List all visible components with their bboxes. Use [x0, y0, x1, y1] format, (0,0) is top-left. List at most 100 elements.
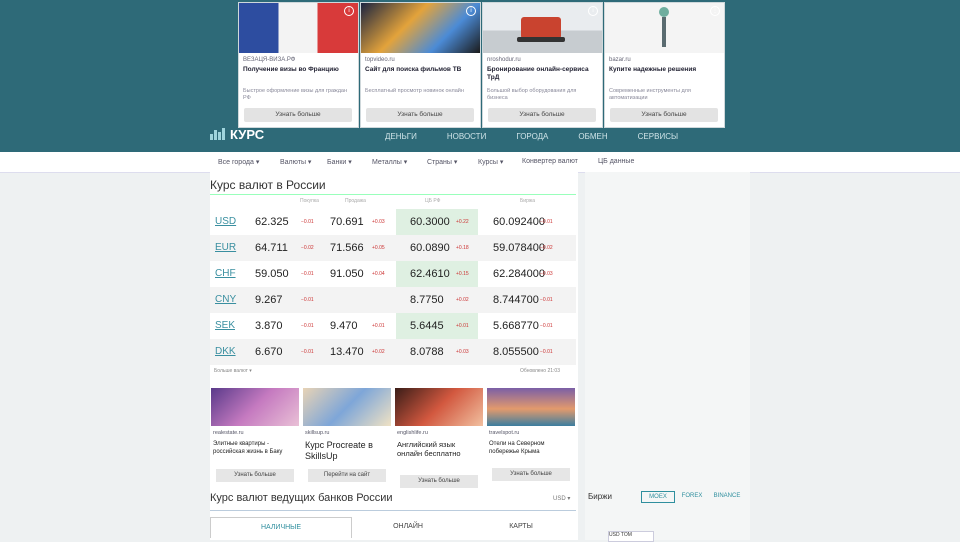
rate-buy-d: −0.01	[301, 219, 314, 225]
rate-row[interactable]: SEK 3.870 −0.01 9.470 +0.01 5.6445 +0.01 5.6687…	[210, 313, 576, 339]
rate-cb: 60.0890	[410, 242, 450, 254]
subnav-countries[interactable]: Страны ▾	[427, 158, 457, 166]
rate-row[interactable]: CNY 9.267 −0.01 8.7750 +0.02 8.744700 −0.01	[210, 287, 576, 313]
more-icon[interactable]: ⋮	[710, 6, 720, 16]
subnav-rates[interactable]: Курсы ▾	[478, 158, 503, 166]
promo-card[interactable]: travelspot.ru Отели на Северном побережь…	[487, 388, 575, 488]
rate-row[interactable]: USD 62.325 −0.01 70.691 +0.03 60.3000 +0.22 60.…	[210, 209, 576, 235]
currency-code-link[interactable]: CHF	[215, 268, 236, 279]
promo-card[interactable]: englishlife.ru Английский язык онлайн бе…	[395, 388, 483, 488]
site-logo[interactable]: КУРС	[210, 126, 264, 142]
ad-image	[361, 3, 480, 53]
tab-binance[interactable]: BINANCE	[712, 491, 742, 501]
rate-row[interactable]: EUR 64.711 −0.02 71.566 +0.05 60.0890 +0.18 59.…	[210, 235, 576, 261]
ad-description: Бесплатный просмотр новинок онлайн	[365, 88, 464, 94]
rate-buy: 64.711	[255, 242, 288, 254]
subnav-currencies[interactable]: Валюты ▾	[280, 158, 311, 166]
currency-code-link[interactable]: DKK	[215, 346, 236, 357]
card-title[interactable]: Элитные квартиры - российская жизнь в Ба…	[213, 440, 297, 456]
nav-news[interactable]: НОВОСТИ	[447, 132, 486, 141]
ad-card-equipment[interactable]: i nroshodur.ru Бронирование онлайн-серви…	[482, 2, 603, 128]
info-icon[interactable]: i	[588, 6, 598, 16]
rate-cb-d: +0.15	[456, 271, 469, 277]
ad-learn-more-button[interactable]: Узнать больше	[610, 108, 718, 122]
currency-code-link[interactable]: USD	[215, 216, 236, 227]
card-button[interactable]: Перейти на сайт	[308, 469, 386, 482]
right-sidebar	[585, 172, 750, 540]
ad-title[interactable]: Получение визы во Францию	[243, 66, 353, 74]
exchanges-title: Биржи	[588, 492, 612, 501]
rate-ex-d: −0.03	[540, 271, 553, 277]
currency-select[interactable]: USD ▾	[553, 495, 570, 502]
rate-ex-d: −0.01	[540, 323, 553, 329]
card-button[interactable]: Узнать больше	[492, 468, 570, 481]
tab-online[interactable]: ОНЛАЙН	[350, 517, 466, 537]
ad-card-solutions[interactable]: ⋮ bazar.ru Купите надежные решения Совре…	[604, 2, 725, 128]
rate-buy: 62.325	[255, 216, 289, 228]
currency-code-link[interactable]: SEK	[215, 320, 235, 331]
tab-cards[interactable]: КАРТЫ	[466, 517, 576, 537]
nav-services[interactable]: СЕРВИСЫ	[638, 132, 678, 141]
subnav-cb[interactable]: ЦБ данные	[598, 158, 634, 165]
subnav-cities[interactable]: Все города ▾	[218, 158, 259, 166]
card-button[interactable]: Узнать больше	[400, 475, 478, 488]
tab-forex[interactable]: FOREX	[678, 491, 706, 501]
ad-title[interactable]: Сайт для поиска фильмов TB	[365, 66, 475, 74]
nav-cities[interactable]: ГОРОДА	[516, 132, 548, 141]
card-source: skillsup.ru	[305, 430, 330, 436]
rate-sell-d: +0.03	[372, 219, 385, 225]
subnav-metals[interactable]: Металлы ▾	[372, 158, 407, 166]
tab-moex[interactable]: MOEX	[641, 491, 675, 503]
rate-cb-d: +0.18	[456, 245, 469, 251]
rates-table: USD 62.325 −0.01 70.691 +0.03 60.3000 +0.22 60.…	[210, 209, 576, 365]
rate-cb-d: +0.02	[456, 297, 469, 303]
card-title[interactable]: Отели на Северном побережье Крыма	[489, 440, 573, 456]
rate-buy-d: −0.01	[301, 297, 314, 303]
ad-card-france[interactable]: i ВЕЗАЦЯ-ВИЗА.РФ Получение визы во Франц…	[238, 2, 359, 128]
exchange-mini-label: USD TOM	[609, 532, 632, 538]
divider	[210, 510, 576, 511]
card-title[interactable]: Английский язык онлайн бесплатно	[397, 440, 481, 458]
promo-card[interactable]: skillsup.ru Курс Procreate в SkillsUp Пе…	[303, 388, 391, 488]
ad-learn-more-button[interactable]: Узнать больше	[488, 108, 596, 122]
ad-learn-more-button[interactable]: Узнать больше	[366, 108, 474, 122]
ad-image	[605, 3, 724, 53]
ad-title[interactable]: Купите надежные решения	[609, 66, 719, 74]
subnav-banks[interactable]: Банки ▾	[327, 158, 352, 166]
sub-navigation: Все города ▾ Валюты ▾ Банки ▾ Металлы ▾ …	[0, 152, 960, 173]
rate-buy: 59.050	[255, 268, 289, 280]
rate-ex: 60.092400	[493, 216, 545, 228]
rate-ex-d: −0.01	[540, 349, 553, 355]
nav-money[interactable]: ДЕНЬГИ	[385, 132, 417, 141]
rate-sell: 9.470	[330, 320, 358, 332]
rate-row[interactable]: DKK 6.670 −0.01 13.470 +0.02 8.0788 +0.03 8.055…	[210, 339, 576, 365]
ad-description: Большой выбор оборудования для бизнеса	[487, 88, 577, 101]
currency-code-link[interactable]: CNY	[215, 294, 236, 305]
exchange-mini-row[interactable]: USD TOM	[608, 531, 654, 542]
ad-description: Быстрое оформление визы для граждан РФ	[243, 88, 348, 101]
col-head-exchange: Биржа	[520, 198, 535, 204]
rate-row[interactable]: CHF 59.050 −0.01 91.050 +0.04 62.4610 +0.15 62.…	[210, 261, 576, 287]
card-button[interactable]: Узнать больше	[216, 469, 294, 482]
ad-title[interactable]: Бронирование онлайн-сервиса ТрД	[487, 66, 597, 82]
rate-buy-d: −0.02	[301, 245, 314, 251]
card-source: englishlife.ru	[397, 430, 428, 436]
rate-cb: 8.0788	[410, 346, 444, 358]
ad-learn-more-button[interactable]: Узнать больше	[244, 108, 352, 122]
col-head-sell: Продажа	[345, 198, 366, 204]
rate-ex-d: −0.01	[540, 219, 553, 225]
nav-exchange[interactable]: ОБМЕН	[578, 132, 607, 141]
ad-source: ВЕЗАЦЯ-ВИЗА.РФ	[243, 57, 296, 63]
rate-ex: 8.055500	[493, 346, 539, 358]
card-title[interactable]: Курс Procreate в SkillsUp	[305, 440, 389, 462]
chart-bars-icon	[210, 128, 226, 140]
currency-code-link[interactable]: EUR	[215, 242, 236, 253]
info-icon[interactable]: i	[344, 6, 354, 16]
more-currencies-link[interactable]: Больше валют ▾	[214, 368, 252, 374]
subnav-converter[interactable]: Конвертер валют	[522, 158, 578, 165]
ad-card-films[interactable]: i topvideo.ru Сайт для поиска фильмов TB…	[360, 2, 481, 128]
info-icon[interactable]: i	[466, 6, 476, 16]
promo-card[interactable]: realestate.ru Элитные квартиры - российс…	[211, 388, 299, 488]
rate-sell-d: +0.05	[372, 245, 385, 251]
tab-cash[interactable]: НАЛИЧНЫЕ	[210, 517, 352, 538]
